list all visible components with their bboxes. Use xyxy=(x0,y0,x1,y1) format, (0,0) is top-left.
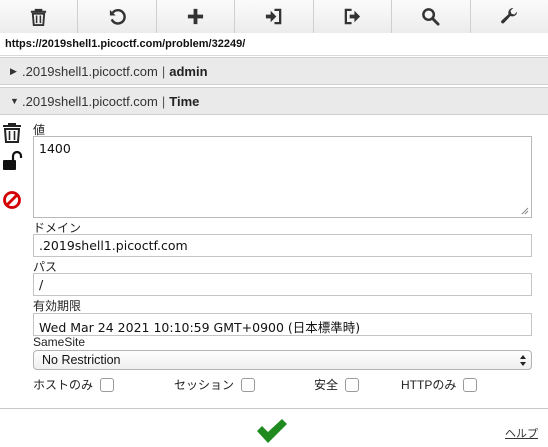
cookie-row-time[interactable]: ▼ .2019shell1.picoctf.com | Time xyxy=(0,87,548,115)
samesite-label: SameSite xyxy=(33,335,86,349)
cookie-name: admin xyxy=(169,63,208,79)
path-field[interactable]: / xyxy=(33,273,532,296)
cookie-actions xyxy=(2,122,24,210)
http-only-label: HTTPのみ xyxy=(401,378,457,392)
cookie-domain: .2019shell1.picoctf.com xyxy=(22,93,158,109)
footer-divider xyxy=(0,408,548,409)
trash-icon xyxy=(31,8,47,26)
add-cookie-button[interactable] xyxy=(156,0,236,33)
cookie-domain: .2019shell1.picoctf.com xyxy=(22,63,158,79)
plus-icon xyxy=(187,8,204,25)
current-url: https://2019shell1.picoctf.com/problem/3… xyxy=(0,34,548,56)
secure-label: 安全 xyxy=(314,378,339,392)
caret-down-icon: ▼ xyxy=(10,96,19,106)
caret-right-icon: ▶ xyxy=(10,65,17,76)
secure-checkbox[interactable] xyxy=(345,377,360,392)
cookie-separator: | xyxy=(161,63,166,79)
cookie-flags: ホストのみ セッション 安全 HTTPのみ xyxy=(33,376,532,394)
expires-field[interactable]: Wed Mar 24 2021 10:10:59 GMT+0900 (日本標準時… xyxy=(33,313,532,336)
delete-all-button[interactable] xyxy=(0,0,79,33)
import-button[interactable] xyxy=(235,0,314,33)
search-button[interactable] xyxy=(392,0,471,33)
resize-grip-icon[interactable] xyxy=(521,207,529,215)
domain-field[interactable]: .2019shell1.picoctf.com xyxy=(33,234,532,257)
secure-option[interactable]: 安全 xyxy=(314,376,360,393)
toolbar xyxy=(0,0,548,33)
http-only-option[interactable]: HTTPのみ xyxy=(401,376,478,393)
session-label: セッション xyxy=(174,378,235,392)
samesite-value: No Restriction xyxy=(42,353,121,367)
host-only-checkbox[interactable] xyxy=(100,377,115,392)
export-button[interactable] xyxy=(313,0,393,33)
cookie-name: Time xyxy=(169,93,200,109)
search-icon xyxy=(422,8,440,26)
samesite-select[interactable]: No Restriction xyxy=(33,350,532,370)
save-button[interactable] xyxy=(255,418,289,444)
reset-button[interactable] xyxy=(78,0,157,33)
session-checkbox[interactable] xyxy=(241,377,256,392)
wrench-icon xyxy=(500,7,517,24)
export-icon xyxy=(344,8,360,25)
block-icon[interactable] xyxy=(2,190,22,210)
help-link[interactable]: ヘルプ xyxy=(505,425,538,441)
value-text: 1400 xyxy=(39,141,71,156)
trash-icon[interactable] xyxy=(2,122,22,144)
cookie-row-admin[interactable]: ▶ .2019shell1.picoctf.com | admin xyxy=(0,57,548,85)
expires-label: 有効期限 xyxy=(33,299,82,313)
value-textarea[interactable]: 1400 xyxy=(33,136,532,218)
undo-icon xyxy=(109,8,126,25)
http-only-checkbox[interactable] xyxy=(463,377,478,392)
host-only-label: ホストのみ xyxy=(33,378,94,392)
cookie-separator: | xyxy=(161,93,166,109)
session-option[interactable]: セッション xyxy=(174,376,256,393)
settings-button[interactable] xyxy=(470,0,548,33)
checkmark-icon xyxy=(257,419,287,443)
host-only-option[interactable]: ホストのみ xyxy=(33,376,115,393)
unlock-icon[interactable] xyxy=(2,150,24,172)
import-icon xyxy=(266,8,282,25)
select-arrows-icon xyxy=(520,355,526,366)
